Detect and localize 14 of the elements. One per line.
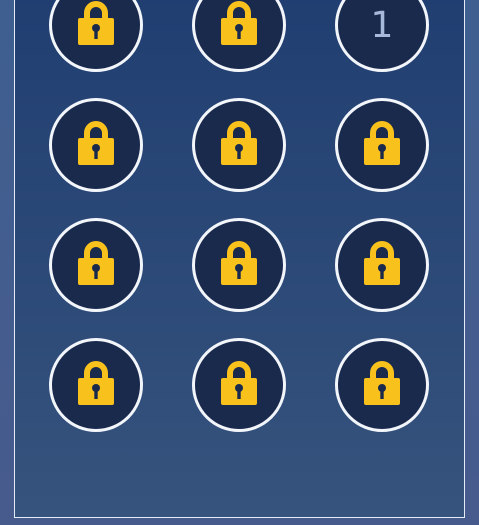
lock-icon bbox=[220, 119, 258, 165]
lock-icon bbox=[77, 0, 115, 45]
lock-icon bbox=[363, 359, 401, 405]
locked-level-button[interactable] bbox=[49, 0, 143, 72]
lock-icon bbox=[363, 239, 401, 285]
locked-level-button[interactable] bbox=[192, 0, 286, 72]
lock-icon bbox=[77, 239, 115, 285]
lock-icon bbox=[220, 359, 258, 405]
lock-icon bbox=[77, 119, 115, 165]
lock-icon bbox=[363, 119, 401, 165]
lock-icon bbox=[77, 359, 115, 405]
level-button[interactable]: 1 bbox=[335, 0, 429, 72]
lock-icon bbox=[220, 239, 258, 285]
lock-icon bbox=[220, 0, 258, 45]
